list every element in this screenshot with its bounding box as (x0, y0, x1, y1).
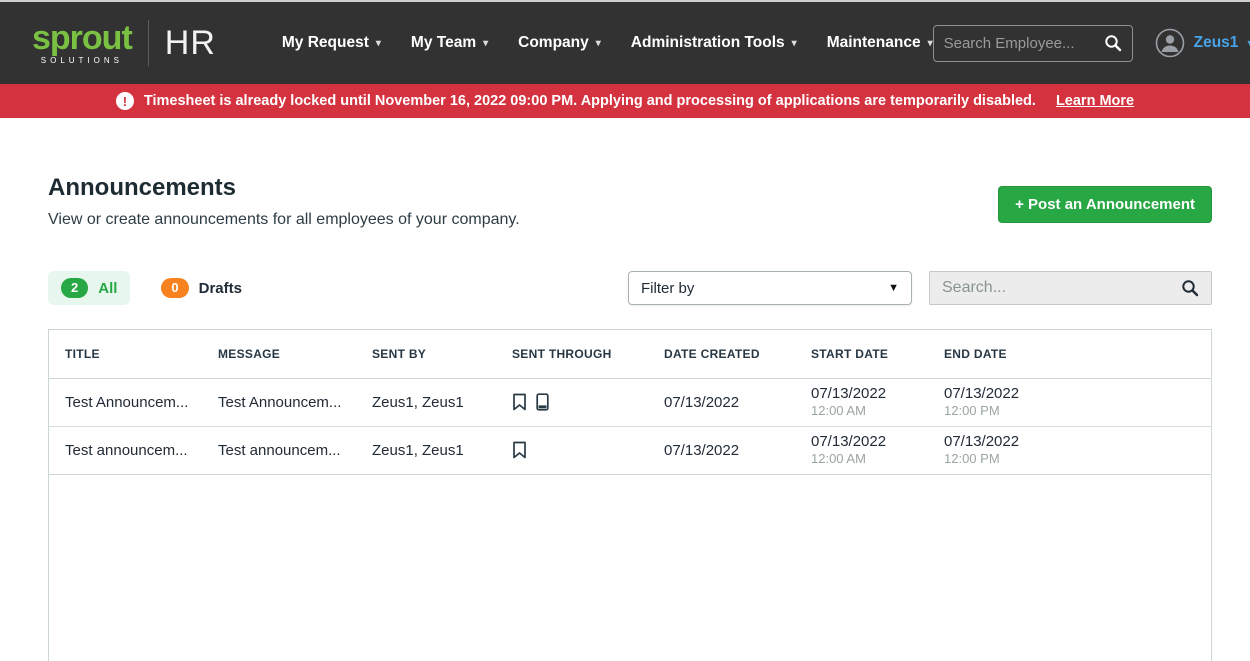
product-name: HR (165, 24, 216, 63)
user-menu[interactable]: Zeus1 ▾ (1155, 28, 1250, 58)
chevron-down-icon: ▾ (792, 38, 797, 49)
col-header-end-date: END DATE (928, 330, 1211, 378)
main-menu: My Request ▾ My Team ▾ Company ▾ Adminis… (282, 34, 933, 52)
cell-end-date: 07/13/2022 12:00 PM (928, 426, 1211, 474)
cell-date-created: 07/13/2022 (648, 426, 795, 474)
bookmark-icon (512, 393, 527, 411)
menu-administration-tools-label: Administration Tools (631, 34, 785, 52)
employee-search-box (933, 25, 1133, 62)
search-icon[interactable] (1104, 34, 1122, 52)
cell-sent-by: Zeus1, Zeus1 (356, 378, 496, 426)
dropdown-arrow-icon: ▼ (888, 282, 899, 294)
bookmark-icon (512, 441, 527, 459)
all-count-badge: 2 (61, 278, 88, 298)
chevron-down-icon: ▾ (376, 38, 381, 49)
menu-company-label: Company (518, 34, 589, 52)
announcements-table: TITLE MESSAGE SENT BY SENT THROUGH DATE … (49, 330, 1211, 475)
cell-sent-through (496, 378, 648, 426)
brand-name: sprout (32, 21, 132, 55)
chevron-down-icon: ▾ (928, 38, 933, 49)
cell-message: Test Announcem... (202, 378, 356, 426)
tab-all[interactable]: 2 All (48, 271, 130, 305)
post-announcement-button[interactable]: + Post an Announcement (998, 186, 1212, 223)
table-header-row: TITLE MESSAGE SENT BY SENT THROUGH DATE … (49, 330, 1211, 378)
announcement-search-input[interactable] (942, 279, 1181, 297)
user-name: Zeus1 (1194, 34, 1239, 52)
cell-sent-through (496, 426, 648, 474)
menu-my-request[interactable]: My Request ▾ (282, 34, 381, 52)
cell-sent-by: Zeus1, Zeus1 (356, 426, 496, 474)
list-controls: 2 All 0 Drafts Filter by ▼ (48, 271, 1212, 305)
search-icon[interactable] (1181, 279, 1199, 297)
sprout-brand: sprout SOLUTIONS (32, 21, 132, 65)
chevron-down-icon: ▾ (483, 38, 488, 49)
avatar-icon (1155, 28, 1185, 58)
chevron-down-icon: ▾ (596, 38, 601, 49)
announcements-table-container: TITLE MESSAGE SENT BY SENT THROUGH DATE … (48, 329, 1212, 661)
col-header-sent-by: SENT BY (356, 330, 496, 378)
page-subtitle: View or create announcements for all emp… (48, 211, 520, 229)
mobile-icon (536, 393, 549, 411)
menu-maintenance-label: Maintenance (827, 34, 921, 52)
exclamation-icon: ! (116, 92, 134, 110)
timesheet-lock-banner: ! Timesheet is already locked until Nove… (0, 84, 1250, 118)
cell-message: Test announcem... (202, 426, 356, 474)
filter-by-value: Filter by (641, 280, 694, 297)
brand-subtitle: SOLUTIONS (41, 57, 123, 65)
menu-company[interactable]: Company ▾ (518, 34, 601, 52)
drafts-count-badge: 0 (161, 278, 188, 298)
tab-drafts-label: Drafts (199, 280, 242, 297)
cell-start-date: 07/13/2022 12:00 AM (795, 426, 928, 474)
col-header-title: TITLE (49, 330, 202, 378)
col-header-sent-through: SENT THROUGH (496, 330, 648, 378)
learn-more-link[interactable]: Learn More (1056, 93, 1134, 109)
page-title: Announcements (48, 174, 520, 202)
announcement-tabs: 2 All 0 Drafts (48, 271, 255, 305)
filter-controls: Filter by ▼ (628, 271, 1212, 305)
announcements-page: Announcements View or create announcemen… (0, 174, 1250, 661)
table-row[interactable]: Test announcem... Test announcem... Zeus… (49, 426, 1211, 474)
cell-title: Test Announcem... (49, 378, 202, 426)
cell-title: Test announcem... (49, 426, 202, 474)
announcement-search-box (929, 271, 1212, 305)
sprout-logo[interactable]: sprout SOLUTIONS HR (32, 20, 216, 66)
page-header-text: Announcements View or create announcemen… (48, 174, 520, 229)
col-header-start-date: START DATE (795, 330, 928, 378)
menu-maintenance[interactable]: Maintenance ▾ (827, 34, 933, 52)
menu-my-team[interactable]: My Team ▾ (411, 34, 488, 52)
cell-date-created: 07/13/2022 (648, 378, 795, 426)
cell-start-date: 07/13/2022 12:00 AM (795, 378, 928, 426)
filter-by-select[interactable]: Filter by ▼ (628, 271, 912, 305)
top-navbar: sprout SOLUTIONS HR My Request ▾ My Team… (0, 0, 1250, 84)
banner-message: Timesheet is already locked until Novemb… (144, 93, 1036, 109)
logo-divider (148, 20, 149, 66)
employee-search-input[interactable] (944, 35, 1104, 52)
menu-my-team-label: My Team (411, 34, 476, 52)
page-header: Announcements View or create announcemen… (48, 174, 1212, 229)
col-header-message: MESSAGE (202, 330, 356, 378)
col-header-date-created: DATE CREATED (648, 330, 795, 378)
tab-all-label: All (98, 280, 117, 297)
tab-drafts[interactable]: 0 Drafts (148, 271, 255, 305)
cell-end-date: 07/13/2022 12:00 PM (928, 378, 1211, 426)
menu-administration-tools[interactable]: Administration Tools ▾ (631, 34, 797, 52)
table-row[interactable]: Test Announcem... Test Announcem... Zeus… (49, 378, 1211, 426)
menu-my-request-label: My Request (282, 34, 369, 52)
